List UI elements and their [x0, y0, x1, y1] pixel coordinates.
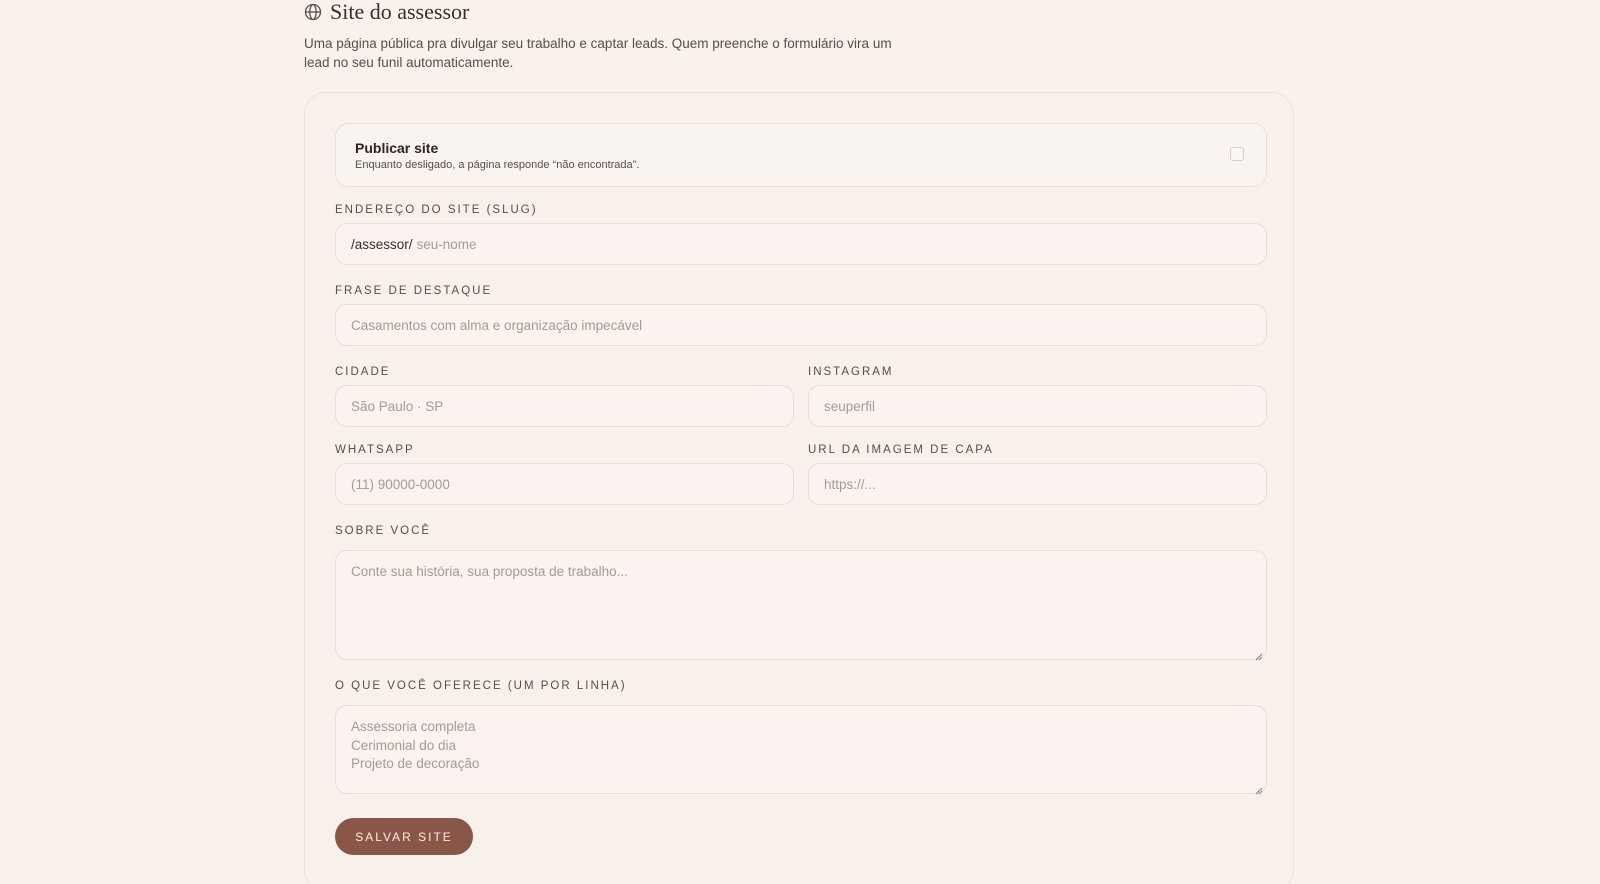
- publish-description: Enquanto desligado, a página responde “n…: [355, 159, 640, 171]
- cover-url-input[interactable]: https://...: [808, 463, 1267, 505]
- site-settings-card: Publicar site Enquanto desligado, a pági…: [304, 92, 1294, 884]
- instagram-label: Instagram: [808, 366, 894, 378]
- cover-url-label: URL da imagem de capa: [808, 444, 994, 456]
- whatsapp-label: WhatsApp: [335, 444, 415, 456]
- page: Site do assessor Uma página pública pra …: [0, 0, 1600, 884]
- offers-label: O que você oferece (um por linha): [335, 680, 627, 692]
- publish-checkbox[interactable]: [1230, 147, 1244, 161]
- page-title: Site do assessor: [330, 0, 470, 24]
- publish-toggle-box: Publicar site Enquanto desligado, a pági…: [335, 123, 1267, 187]
- offers-placeholder-line: Cerimonial do dia: [351, 737, 457, 753]
- offers-textarea[interactable]: Assessoria completa Cerimonial do dia Pr…: [335, 705, 1267, 795]
- tagline-label: Frase de destaque: [335, 285, 493, 297]
- globe-icon: [304, 3, 322, 21]
- offers-placeholder-line: Assessoria completa: [351, 719, 476, 734]
- city-input[interactable]: São Paulo · SP: [335, 385, 794, 427]
- page-subtitle: Uma página pública pra divulgar seu trab…: [304, 36, 892, 70]
- slug-prefix: /assessor/: [351, 236, 413, 252]
- instagram-placeholder: seuperfil: [824, 398, 876, 414]
- slug-placeholder: seu-nome: [416, 236, 477, 252]
- tagline-input[interactable]: Casamentos com alma e organização impecá…: [335, 304, 1267, 346]
- instagram-input[interactable]: seuperfil: [808, 385, 1267, 427]
- offers-placeholder-line: Projeto de decoração: [351, 756, 480, 771]
- title-row: Site do assessor: [304, 0, 1004, 24]
- about-label: Sobre você: [335, 525, 432, 537]
- about-textarea[interactable]: Conte sua história, sua proposta de trab…: [335, 550, 1267, 661]
- about-placeholder: Conte sua história, sua proposta de trab…: [351, 564, 628, 579]
- tagline-placeholder: Casamentos com alma e organização impecá…: [351, 317, 643, 333]
- resize-handle-icon[interactable]: [1255, 648, 1263, 661]
- cover-url-placeholder: https://...: [824, 476, 876, 492]
- slug-label: Endereço do site (slug): [335, 204, 538, 216]
- city-label: Cidade: [335, 366, 391, 378]
- save-site-button[interactable]: Salvar site: [335, 818, 473, 855]
- slug-input[interactable]: /assessor/ seu-nome: [335, 223, 1267, 265]
- publish-title: Publicar site: [355, 140, 439, 156]
- resize-handle-icon[interactable]: [1255, 782, 1263, 795]
- page-header: Site do assessor Uma página pública pra …: [304, 0, 1004, 72]
- whatsapp-input[interactable]: (11) 90000-0000: [335, 463, 794, 505]
- city-placeholder: São Paulo · SP: [351, 398, 444, 414]
- whatsapp-placeholder: (11) 90000-0000: [351, 476, 450, 492]
